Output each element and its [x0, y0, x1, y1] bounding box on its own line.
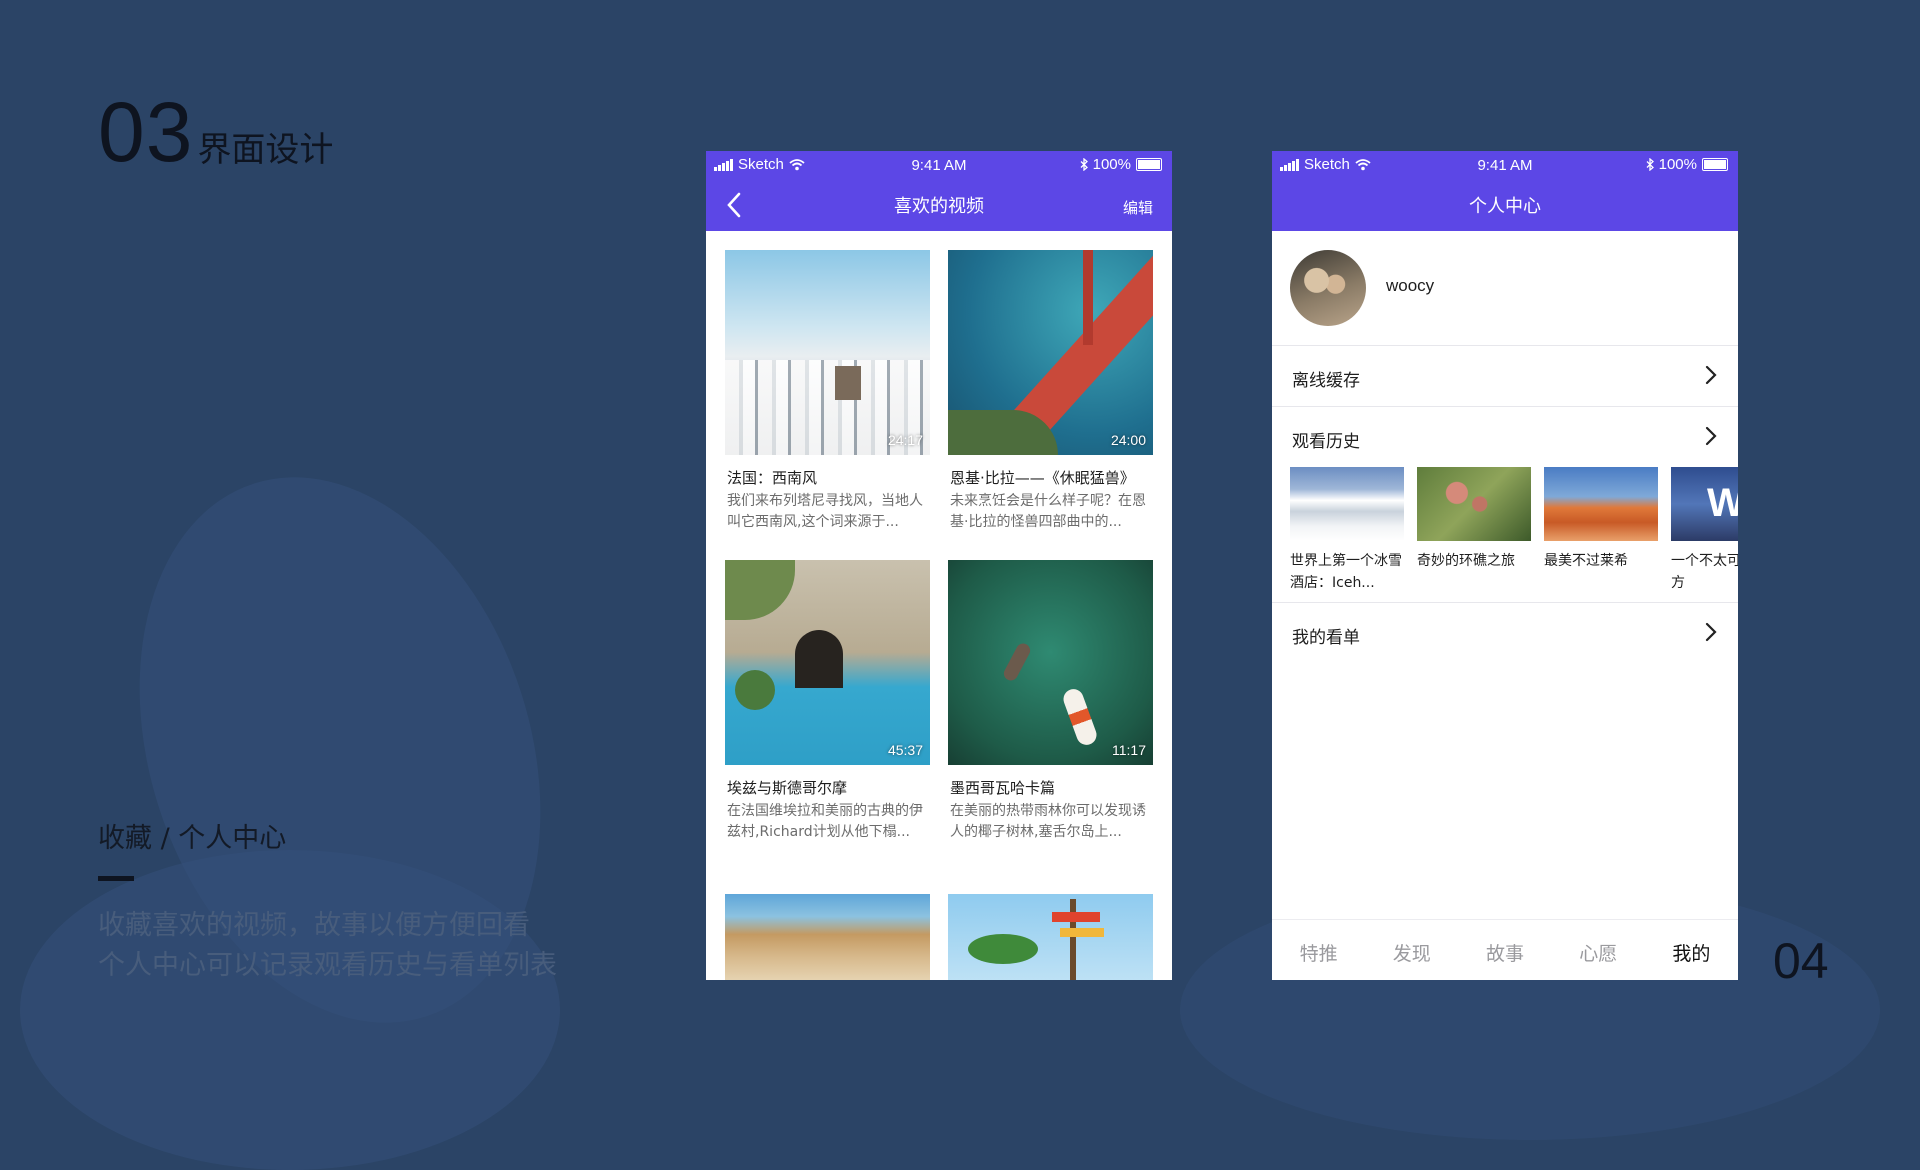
video-description: 在法国维埃拉和美丽的古典的伊兹村,Richard计划从他下榻... [727, 803, 923, 840]
slide-label: 收藏 / 个人中心 [98, 823, 287, 854]
profile-screen: Sketch 9:41 AM 100% 个人中心 woocy 离线缓存 观看历史… [1272, 151, 1738, 980]
video-thumbnail[interactable]: 24:17 [725, 250, 930, 455]
avatar[interactable] [1290, 250, 1366, 326]
history-thumbnail[interactable]: W [1671, 467, 1738, 541]
video-card[interactable]: 24:17 法国：西南风 我们来布列塔尼寻找风，当地人叫它西南风,这个词来源于.… [725, 250, 930, 533]
description-line: 个人中心可以记录观看历史与看单列表 [98, 950, 557, 981]
history-list: 世界上第一个冰雪酒店：Iceh... 奇妙的环礁之旅 最美不过莱希 W 一个不太… [1290, 467, 1738, 602]
menu-label: 离线缓存 [1292, 371, 1360, 391]
section-number: 03 [98, 85, 194, 179]
history-title: 一个不太可能的地方 [1671, 553, 1738, 591]
tab-wishlist[interactable]: 心愿 [1552, 920, 1645, 980]
video-description: 在美丽的热带雨林你可以发现诱人的椰子树林,塞舌尔岛上... [950, 803, 1146, 840]
history-item[interactable]: 世界上第一个冰雪酒店：Iceh... [1290, 467, 1404, 594]
video-thumbnail[interactable] [725, 894, 930, 980]
history-item[interactable]: 最美不过莱希 [1544, 467, 1658, 594]
status-bar: Sketch 9:41 AM 100% [1272, 151, 1738, 179]
video-title: 墨西哥瓦哈卡篇 [950, 779, 1056, 797]
nav-bar: 喜欢的视频 编辑 [706, 179, 1172, 231]
status-bar: Sketch 9:41 AM 100% [706, 151, 1172, 179]
video-card[interactable]: 45:37 埃兹与斯德哥尔摩 在法国维埃拉和美丽的古典的伊兹村,Richard计… [725, 560, 930, 843]
video-thumbnail[interactable]: 45:37 [725, 560, 930, 765]
video-title: 埃兹与斯德哥尔摩 [727, 779, 848, 797]
history-title: 世界上第一个冰雪酒店：Iceh... [1290, 553, 1402, 591]
tab-discover[interactable]: 发现 [1365, 920, 1458, 980]
history-thumbnail[interactable] [1290, 467, 1404, 541]
favorites-screen: Sketch 9:41 AM 100% 喜欢的视频 编辑 24:17 法国：西南… [706, 151, 1172, 980]
background-shape [20, 850, 560, 1170]
menu-item-watch-list[interactable]: 我的看单 [1272, 603, 1738, 663]
video-description: 未来烹饪会是什么样子呢？在恩基·比拉的怪兽四部曲中的... [950, 493, 1146, 530]
video-card[interactable]: 11:17 墨西哥瓦哈卡篇 在美丽的热带雨林你可以发现诱人的椰子树林,塞舌尔岛上… [948, 560, 1153, 843]
section-heading: 界面设计 [197, 130, 334, 170]
battery-label: 100% [1092, 156, 1131, 173]
menu-item-offline-cache[interactable]: 离线缓存 [1272, 346, 1738, 407]
battery-label: 100% [1658, 156, 1697, 173]
bluetooth-icon [1646, 158, 1654, 171]
video-card[interactable] [725, 894, 930, 980]
menu-item-watch-history[interactable]: 观看历史 [1272, 407, 1738, 467]
nav-bar: 个人中心 [1272, 179, 1738, 231]
tab-stories[interactable]: 故事 [1458, 920, 1551, 980]
history-thumbnail[interactable] [1417, 467, 1531, 541]
video-thumbnail[interactable]: 24:00 [948, 250, 1153, 455]
history-item[interactable]: 奇妙的环礁之旅 [1417, 467, 1531, 594]
page-number: 04 [1773, 933, 1829, 989]
history-item[interactable]: W 一个不太可能的地方 [1671, 467, 1738, 594]
bluetooth-icon [1080, 158, 1088, 171]
video-thumbnail[interactable]: 11:17 [948, 560, 1153, 765]
battery-icon [1702, 158, 1728, 171]
slide-description: 收藏喜欢的视频，故事以便方便回看 个人中心可以记录观看历史与看单列表 [98, 906, 557, 986]
video-title: 法国：西南风 [727, 469, 818, 487]
video-card[interactable] [948, 894, 1153, 980]
video-thumbnail[interactable] [948, 894, 1153, 980]
tab-bar: 特推 发现 故事 心愿 我的 [1272, 919, 1738, 980]
video-title: 恩基·比拉——《休眠猛兽》 [950, 469, 1135, 487]
profile-header[interactable]: woocy [1272, 231, 1738, 346]
battery-icon [1136, 158, 1162, 171]
w-logo: W [1707, 481, 1738, 525]
description-line: 收藏喜欢的视频，故事以便方便回看 [98, 910, 530, 941]
chevron-right-icon [1705, 426, 1717, 446]
section-title: 03 界面设计 [98, 84, 333, 181]
divider [98, 876, 134, 881]
video-duration: 24:00 [1110, 432, 1146, 448]
history-title: 奇妙的环礁之旅 [1417, 553, 1515, 569]
page-title: 个人中心 [1469, 196, 1541, 217]
tab-recommend[interactable]: 特推 [1272, 920, 1365, 980]
history-thumbnail[interactable] [1544, 467, 1658, 541]
video-duration: 45:37 [887, 742, 923, 758]
chevron-right-icon [1705, 365, 1717, 385]
video-description: 我们来布列塔尼寻找风，当地人叫它西南风,这个词来源于... [727, 493, 923, 530]
edit-button[interactable]: 编辑 [1123, 197, 1153, 218]
history-title: 最美不过莱希 [1544, 553, 1628, 569]
video-duration: 11:17 [1112, 742, 1146, 758]
chevron-right-icon [1705, 622, 1717, 642]
menu-label: 我的看单 [1292, 628, 1360, 648]
tab-mine[interactable]: 我的 [1645, 920, 1738, 980]
video-duration: 24:17 [887, 432, 923, 448]
username: woocy [1386, 276, 1435, 295]
page-title: 喜欢的视频 [894, 196, 984, 217]
video-card[interactable]: 24:00 恩基·比拉——《休眠猛兽》 未来烹饪会是什么样子呢？在恩基·比拉的怪… [948, 250, 1153, 533]
menu-label: 观看历史 [1292, 432, 1360, 452]
